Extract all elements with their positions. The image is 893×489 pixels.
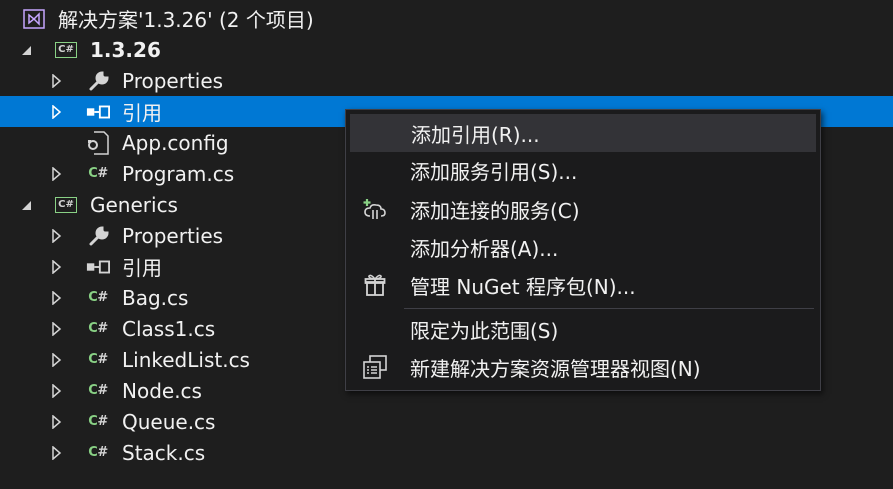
csharp-project-icon: C#	[54, 38, 78, 62]
context-menu: 添加引用(R)... 添加服务引用(S)... 添加连接的服务(C) 添加分析器…	[345, 109, 821, 391]
tree-item-stack-cs[interactable]: C# Stack.cs	[0, 437, 893, 468]
tree-item-label: Bag.cs	[122, 285, 189, 310]
menu-item-add-analyzer[interactable]: 添加分析器(A)...	[350, 229, 814, 265]
collapsed-arrow-icon[interactable]	[50, 445, 64, 461]
tree-item-label: Properties	[122, 223, 224, 248]
menu-item-label: 新建解决方案资源管理器视图(N)	[410, 356, 701, 381]
visual-studio-solution-icon	[22, 7, 46, 31]
config-file-icon	[86, 130, 110, 155]
expanded-arrow-icon[interactable]	[19, 197, 33, 213]
references-icon	[86, 100, 110, 124]
project-label: Generics	[90, 192, 178, 217]
connected-service-icon	[360, 194, 390, 224]
tree-item-label: LinkedList.cs	[122, 347, 250, 372]
tree-item-label: Properties	[122, 68, 224, 93]
new-view-icon	[360, 352, 390, 382]
menu-item-label: 限定为此范围(S)	[410, 318, 559, 343]
menu-item-label: 添加连接的服务(C)	[410, 198, 580, 223]
tree-item-label: 引用	[122, 256, 162, 280]
tree-item-queue-cs[interactable]: C# Queue.cs	[0, 406, 893, 437]
menu-item-label: 添加引用(R)...	[411, 122, 540, 147]
expanded-arrow-icon[interactable]	[19, 42, 33, 58]
solution-label: 解决方案'1.3.26' (2 个项目)	[58, 8, 314, 32]
csharp-file-icon: C#	[88, 290, 108, 305]
tree-item-label: 引用	[122, 101, 162, 125]
tree-item-label: Queue.cs	[122, 409, 216, 434]
solution-row[interactable]: 解决方案'1.3.26' (2 个项目)	[0, 3, 893, 34]
menu-item-add-reference[interactable]: 添加引用(R)...	[350, 114, 816, 152]
collapsed-arrow-icon[interactable]	[50, 166, 64, 182]
collapsed-arrow-icon[interactable]	[50, 383, 64, 399]
csharp-file-icon: C#	[88, 166, 108, 181]
collapsed-arrow-icon[interactable]	[50, 352, 64, 368]
collapsed-arrow-icon[interactable]	[50, 228, 64, 244]
menu-item-add-connected-service[interactable]: 添加连接的服务(C)	[350, 191, 814, 227]
project-label: 1.3.26	[90, 37, 161, 62]
tree-item-label: Stack.cs	[122, 440, 206, 465]
menu-item-label: 添加服务引用(S)...	[410, 159, 578, 184]
tree-item-label: App.config	[122, 130, 229, 155]
project-row-1-3-26[interactable]: C# 1.3.26	[0, 34, 893, 65]
menu-item-scope-to-this[interactable]: 限定为此范围(S)	[350, 311, 814, 347]
collapsed-arrow-icon[interactable]	[50, 259, 64, 275]
nuget-package-icon	[360, 270, 390, 300]
references-icon	[86, 255, 110, 279]
csharp-file-icon: C#	[88, 352, 108, 367]
collapsed-arrow-icon[interactable]	[50, 414, 64, 430]
menu-item-label: 管理 NuGet 程序包(N)...	[410, 274, 636, 299]
collapsed-arrow-icon[interactable]	[50, 290, 64, 306]
csharp-file-icon: C#	[88, 321, 108, 336]
menu-item-add-service-reference[interactable]: 添加服务引用(S)...	[350, 152, 814, 188]
wrench-icon	[87, 69, 111, 93]
csharp-project-icon: C#	[54, 193, 78, 217]
tree-item-label: Class1.cs	[122, 316, 216, 341]
tree-item-properties[interactable]: Properties	[0, 65, 893, 96]
menu-item-new-explorer-view[interactable]: 新建解决方案资源管理器视图(N)	[350, 349, 814, 385]
menu-item-manage-nuget[interactable]: 管理 NuGet 程序包(N)...	[350, 267, 814, 303]
wrench-icon	[87, 224, 111, 248]
menu-item-label: 添加分析器(A)...	[410, 236, 559, 261]
csharp-file-icon: C#	[88, 414, 108, 429]
collapsed-arrow-icon[interactable]	[50, 104, 64, 120]
collapsed-arrow-icon[interactable]	[50, 321, 64, 337]
csharp-file-icon: C#	[88, 383, 108, 398]
collapsed-arrow-icon[interactable]	[50, 73, 64, 89]
csharp-file-icon: C#	[88, 445, 108, 460]
menu-separator	[404, 308, 814, 309]
tree-item-label: Node.cs	[122, 378, 202, 403]
tree-item-label: Program.cs	[122, 161, 235, 186]
